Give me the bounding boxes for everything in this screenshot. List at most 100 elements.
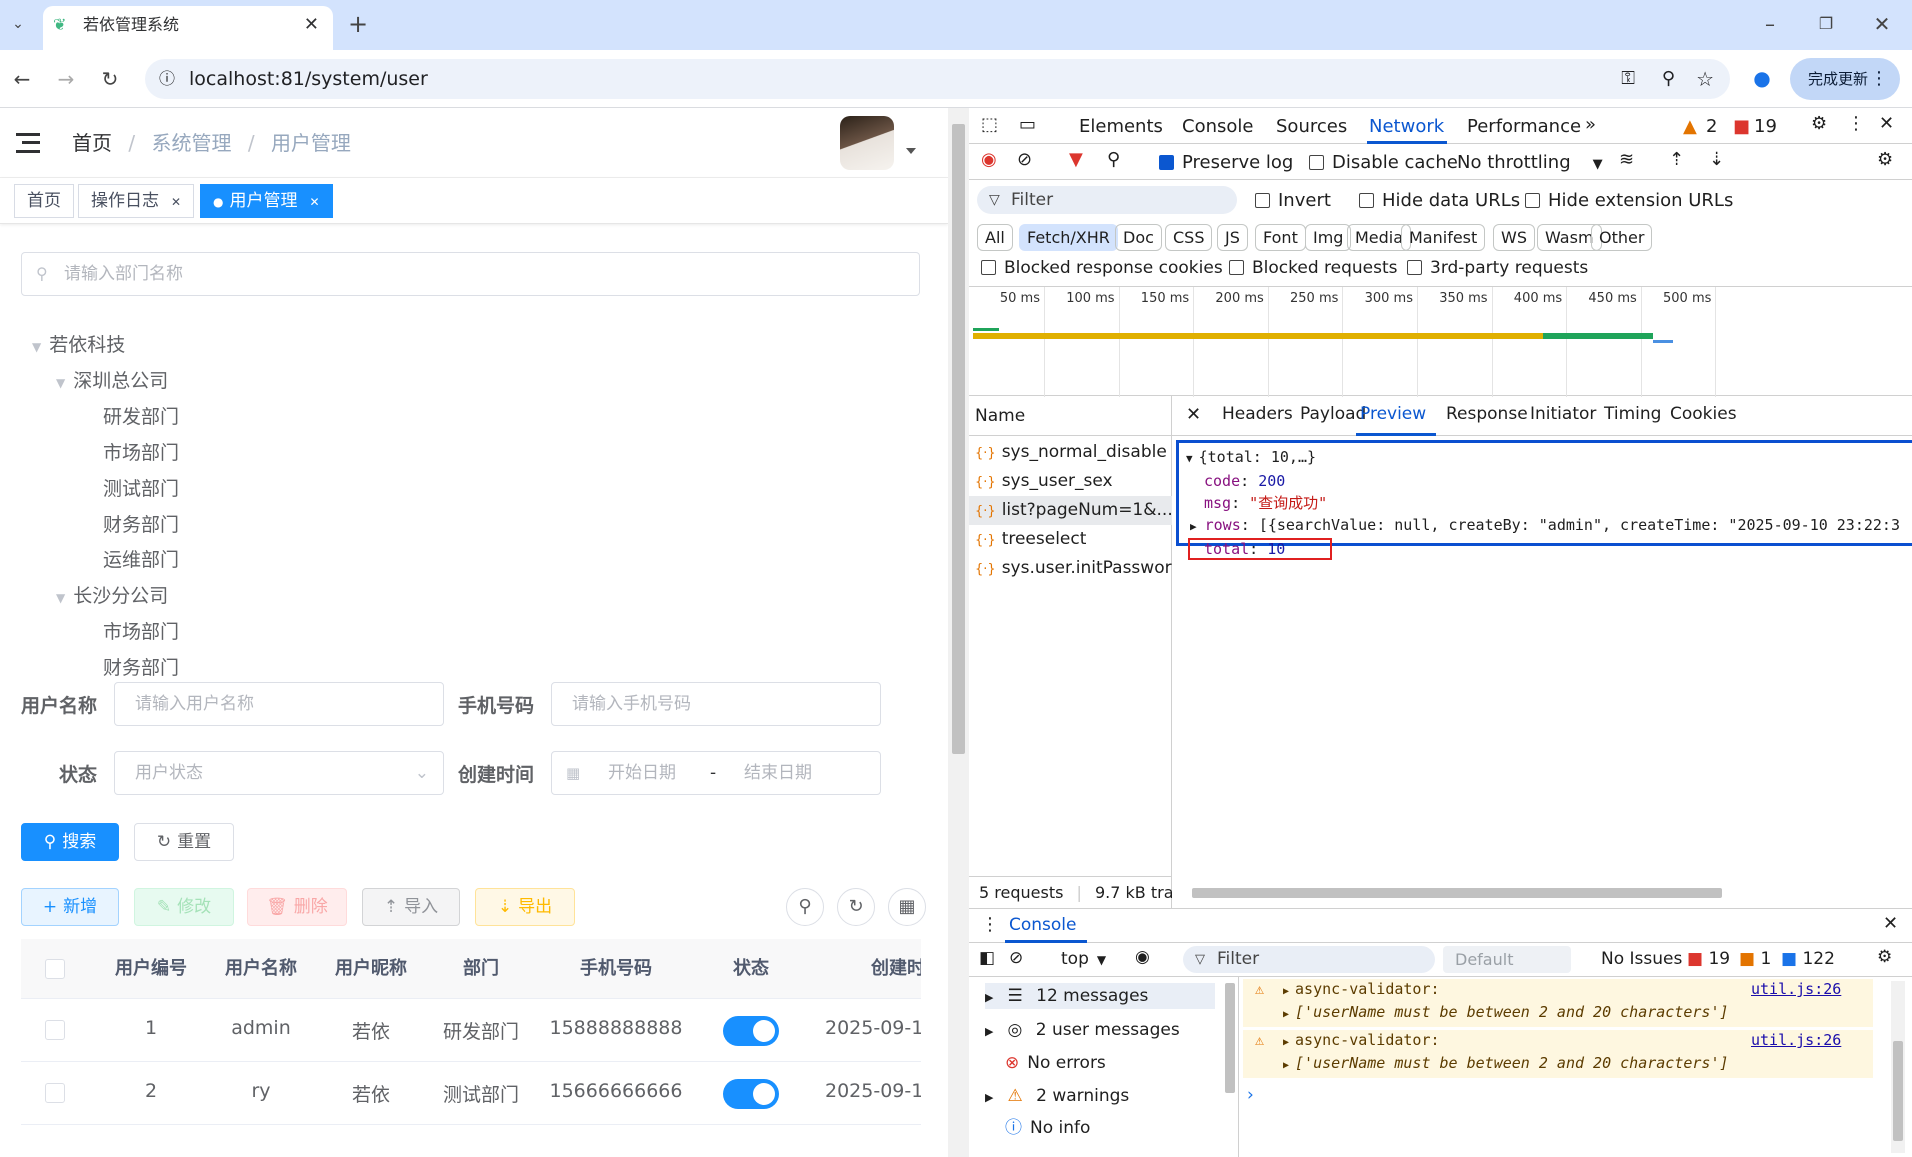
source-link[interactable]: util.js:26 xyxy=(1751,1030,1841,1051)
detail-tab-payload[interactable]: Payload xyxy=(1300,404,1366,424)
drawer-close-icon[interactable]: ✕ xyxy=(1883,913,1898,934)
zoom-icon[interactable]: ⚲ xyxy=(1662,59,1675,99)
tag-home[interactable]: 首页 xyxy=(14,184,74,218)
warning-icon[interactable]: ▲ xyxy=(1683,116,1697,137)
sidebar-warnings[interactable]: ▶ ⚠ 2 warnings xyxy=(985,1083,1129,1111)
request-row[interactable]: {·} sys_user_sex xyxy=(969,467,1172,496)
password-key-icon[interactable]: ⚿ xyxy=(1621,59,1635,99)
filter-funnel-icon[interactable]: ▼ xyxy=(1069,149,1083,170)
error-icon[interactable]: ■ xyxy=(1733,116,1750,137)
network-settings-icon[interactable]: ⚙ xyxy=(1877,149,1893,170)
table-row[interactable]: 1 admin 若依 研发部门 15888888888 2025-09-10 xyxy=(21,999,921,1062)
tree-node[interactable]: 财务部门 xyxy=(103,510,179,537)
username-input[interactable]: 请输入用户名称 xyxy=(114,682,444,726)
breadcrumb-home[interactable]: 首页 xyxy=(72,131,112,155)
third-party-checkbox[interactable]: 3rd-party requests xyxy=(1407,258,1588,278)
tag-oplog[interactable]: 操作日志 ✕ xyxy=(78,184,195,218)
source-link[interactable]: util.js:26 xyxy=(1751,979,1841,1000)
export-button[interactable]: ⇣ 导出 xyxy=(475,888,575,926)
console-sidebar-icon[interactable]: ◧ xyxy=(979,948,995,968)
type-filter-doc[interactable]: Doc xyxy=(1115,224,1162,251)
avatar[interactable] xyxy=(840,116,894,170)
edit-button[interactable]: ✎ 修改 xyxy=(134,888,234,926)
sidebar-all-messages[interactable]: ▶ ☰ 12 messages xyxy=(985,983,1215,1009)
add-button[interactable]: + 新增 xyxy=(21,888,119,926)
type-filter-manifest[interactable]: Manifest xyxy=(1401,224,1486,251)
type-filter-other[interactable]: Other xyxy=(1591,224,1653,251)
tab-close-icon[interactable]: ✕ xyxy=(304,6,319,44)
live-expression-eye-icon[interactable]: ◉ xyxy=(1135,947,1150,967)
console-warning-message[interactable]: ⚠ ▶ async-validator: ▶ ['userName must be … xyxy=(1243,1030,1873,1078)
json-summary-line[interactable]: ▼ {total: 10,…} xyxy=(1186,446,1912,470)
disable-cache-checkbox[interactable]: Disable cache xyxy=(1309,152,1458,173)
select-all-checkbox[interactable] xyxy=(45,959,65,979)
type-filter-fetchxhr[interactable]: Fetch/XHR xyxy=(1019,224,1118,251)
refresh-icon[interactable]: ↻ xyxy=(837,888,875,926)
reset-button[interactable]: ↻ 重置 xyxy=(134,823,234,861)
back-icon[interactable]: ← xyxy=(8,67,36,91)
console-clear-icon[interactable]: ⊘ xyxy=(1009,948,1023,968)
request-row[interactable]: {·} sys.user.initPassword xyxy=(969,554,1172,583)
preserve-log-checkbox[interactable]: Preserve log xyxy=(1159,152,1293,173)
reload-icon[interactable]: ↻ xyxy=(96,67,124,91)
devtools-menu-icon[interactable]: ⋮ xyxy=(1847,113,1865,134)
restore-icon[interactable]: ❐ xyxy=(1812,12,1840,36)
tree-node-root[interactable]: ▼ 若依科技 xyxy=(32,330,125,357)
drawer-menu-icon[interactable]: ⋮ xyxy=(981,914,999,935)
context-select[interactable]: top ▼ xyxy=(1061,949,1106,969)
filter-input[interactable]: ▽ Filter xyxy=(977,186,1237,214)
detail-tab-timing[interactable]: Timing xyxy=(1604,404,1661,424)
tab-sources[interactable]: Sources xyxy=(1276,116,1347,137)
table-row[interactable]: 2 ry 若依 测试部门 15666666666 2025-09-10 xyxy=(21,1062,921,1125)
tab-performance[interactable]: Performance xyxy=(1467,116,1581,137)
type-filter-ws[interactable]: WS xyxy=(1493,224,1535,251)
site-info-icon[interactable]: ⓘ xyxy=(159,59,175,99)
toggle-search-icon[interactable]: ⚲ xyxy=(786,888,824,926)
update-button[interactable]: 完成更新 ⋮ xyxy=(1790,58,1900,100)
type-filter-js[interactable]: JS xyxy=(1217,224,1248,251)
tab-search-icon[interactable]: ⌄ xyxy=(4,12,32,36)
tree-node-changsha[interactable]: ▼ 长沙分公司 xyxy=(56,581,168,608)
status-select[interactable]: 用户状态 ⌄ xyxy=(114,751,444,795)
menu-kebab-icon[interactable]: ⋮ xyxy=(1870,58,1888,100)
status-switch[interactable] xyxy=(723,1016,779,1046)
export-har-icon[interactable]: ⇣ xyxy=(1709,149,1724,170)
console-prompt[interactable]: › xyxy=(1247,1085,1847,1111)
sidebar-scrollbar[interactable] xyxy=(1225,983,1235,1093)
columns-grid-icon[interactable]: ▦ xyxy=(888,888,926,926)
search-button[interactable]: ⚲ 搜索 xyxy=(21,823,119,861)
blocked-requests-checkbox[interactable]: Blocked requests xyxy=(1229,258,1398,278)
tab-elements[interactable]: Elements xyxy=(1079,116,1163,137)
new-tab-icon[interactable]: + xyxy=(344,12,372,36)
page-scrollbar[interactable] xyxy=(948,108,969,1157)
chevron-down-icon[interactable] xyxy=(906,148,916,154)
inspect-element-icon[interactable]: ⬚ xyxy=(981,114,998,135)
device-toolbar-icon[interactable]: ▭ xyxy=(1019,114,1036,135)
clear-icon[interactable]: ⊘ xyxy=(1017,149,1032,170)
log-levels-select[interactable]: Default levels▼ xyxy=(1443,946,1571,996)
request-row[interactable]: {·} sys_normal_disable xyxy=(969,438,1172,467)
tab-network[interactable]: Network xyxy=(1369,116,1444,137)
hamburger-icon[interactable] xyxy=(16,133,40,153)
tree-node[interactable]: 市场部门 xyxy=(103,617,179,644)
console-error-badge[interactable]: ■ 19 xyxy=(1687,949,1730,969)
throttling-select[interactable]: No throttling ▼ xyxy=(1457,152,1603,173)
hide-ext-urls-checkbox[interactable]: Hide extension URLs xyxy=(1525,190,1733,211)
import-button[interactable]: ⇡ 导入 xyxy=(362,888,460,926)
request-row[interactable]: {·} list?pageNum=1&... xyxy=(969,496,1172,525)
settings-gear-icon[interactable]: ⚙ xyxy=(1811,113,1827,134)
request-row[interactable]: {·} treeselect xyxy=(969,525,1172,554)
browser-tab[interactable]: ❦ 若依管理系统 ✕ xyxy=(43,6,333,50)
name-column-header[interactable]: Name xyxy=(969,396,1172,436)
type-filter-font[interactable]: Font xyxy=(1255,224,1306,251)
sidebar-info[interactable]: ⓘ No info xyxy=(985,1115,1090,1141)
row-checkbox[interactable] xyxy=(45,1083,65,1103)
drawer-tab-console[interactable]: Console xyxy=(1009,915,1077,935)
tag-close-icon[interactable]: ✕ xyxy=(309,195,319,209)
console-warn-badge[interactable]: ■ 1 xyxy=(1739,949,1771,969)
tree-node[interactable]: 市场部门 xyxy=(103,438,179,465)
minimize-icon[interactable]: – xyxy=(1756,12,1784,36)
devtools-close-icon[interactable]: ✕ xyxy=(1879,113,1894,134)
type-filter-img[interactable]: Img xyxy=(1305,224,1352,251)
detail-tab-response[interactable]: Response xyxy=(1446,404,1528,424)
